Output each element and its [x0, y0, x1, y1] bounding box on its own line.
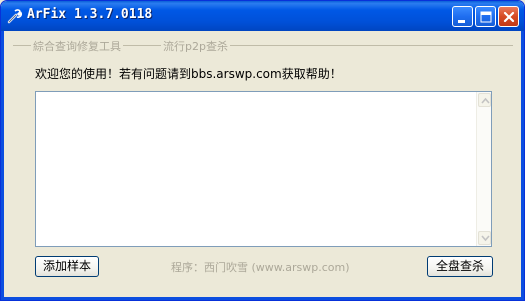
tab-repair-tool[interactable]: 綜合查询修复工具 [31, 38, 123, 53]
window-title: ArFix 1.3.7.0118 [27, 7, 153, 22]
chevron-down-icon [481, 235, 490, 242]
scroll-up-button[interactable] [478, 93, 491, 107]
credit-text: 程序：西门吹雪 (www.arswp.com) [171, 261, 350, 274]
welcome-message: 欢迎您的使用！若有问题请到bbs.arswp.com获取帮助！ [35, 67, 342, 81]
maximize-button[interactable] [475, 6, 496, 27]
maximize-icon [480, 11, 492, 23]
title-bar[interactable]: ArFix 1.3.7.0118 [1, 1, 524, 31]
close-button[interactable] [498, 6, 519, 27]
full-scan-button[interactable]: 全盘查杀 [427, 256, 493, 277]
minimize-icon [458, 20, 465, 23]
add-sample-button[interactable]: 添加样本 [35, 256, 99, 277]
wrench-icon[interactable] [7, 8, 23, 24]
minimize-button[interactable] [452, 6, 473, 27]
window-frame-right [521, 31, 524, 300]
window-frame-bottom [1, 297, 524, 300]
close-icon [503, 11, 515, 23]
app-window: ArFix 1.3.7.0118 綜合查询修复工具 流行p2p查杀 欢迎您的使用… [0, 0, 525, 301]
scroll-down-button[interactable] [478, 231, 491, 245]
vertical-scrollbar[interactable] [476, 92, 491, 246]
tab-p2p-scan[interactable]: 流行p2p查杀 [161, 38, 230, 53]
window-frame-left [1, 31, 4, 300]
chevron-up-icon [481, 97, 490, 104]
log-textarea[interactable] [35, 91, 492, 247]
